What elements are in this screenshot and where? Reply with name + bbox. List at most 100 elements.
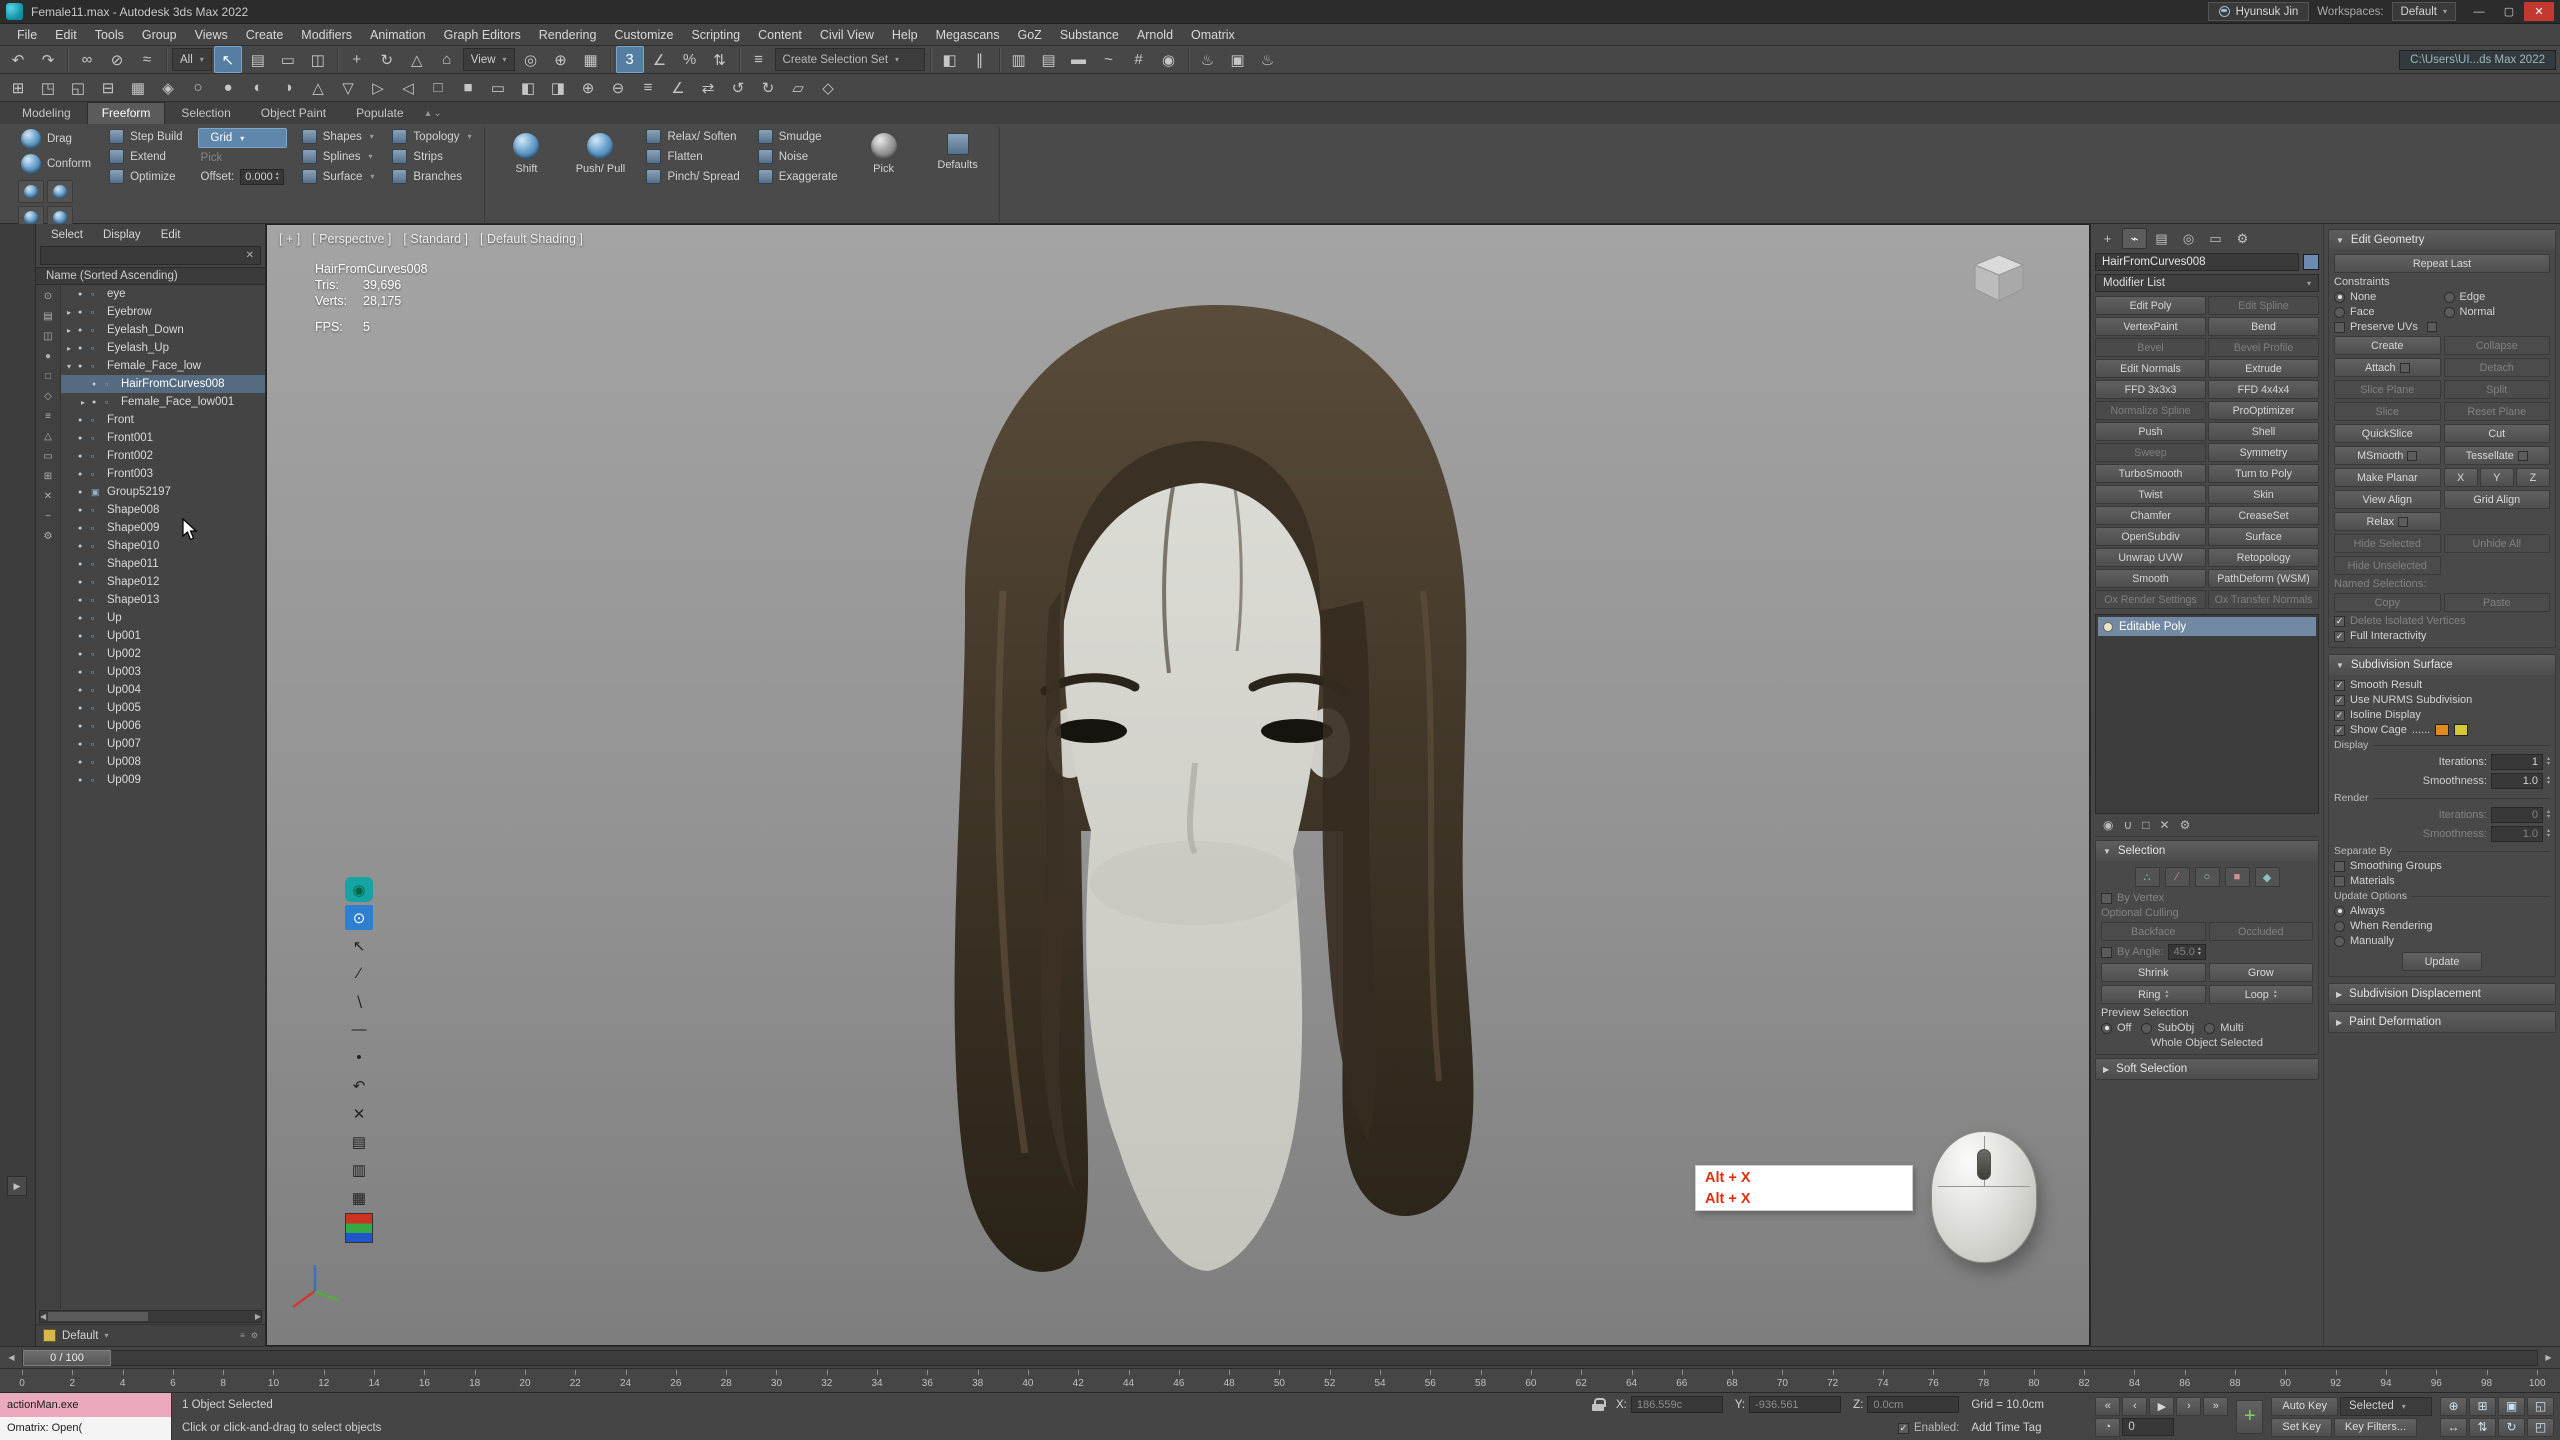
strips-button[interactable]: Strips xyxy=(389,148,474,165)
minimize-icon[interactable]: — xyxy=(2464,2,2494,21)
custom-toolbar-icon[interactable]: ↻ xyxy=(754,74,782,101)
preview-subobj-radio[interactable]: SubObj xyxy=(2141,1022,2194,1034)
previous-frame-icon[interactable]: ‹ xyxy=(2122,1397,2147,1416)
modifier-button-edit-spline[interactable]: Edit Spline xyxy=(2208,296,2319,315)
object-name-field[interactable]: HairFromCurves008 xyxy=(2095,253,2299,271)
custom-toolbar-icon[interactable]: ○ xyxy=(184,74,212,101)
modifier-button-shell[interactable]: Shell xyxy=(2208,422,2319,441)
preview-off-radio[interactable]: Off xyxy=(2101,1022,2131,1034)
constraint-face-radio[interactable]: Face xyxy=(2334,306,2441,318)
printer-icon[interactable]: ▤ xyxy=(345,1129,373,1154)
modifier-button-smooth[interactable]: Smooth xyxy=(2095,569,2206,588)
project-path-field[interactable]: C:\Users\UI...ds Max 2022 xyxy=(2399,50,2556,70)
push-pull-tool-button[interactable]: Push/ Pull xyxy=(569,128,631,180)
constraint-edge-radio[interactable]: Edge xyxy=(2444,291,2551,303)
modifier-button-bevel-profile[interactable]: Bevel Profile xyxy=(2208,338,2319,357)
explorer-item-up006[interactable]: ●▫Up006 xyxy=(61,717,265,735)
point-tool-icon[interactable]: • xyxy=(345,1045,373,1070)
user-account-button[interactable]: Hyunsuk Jin xyxy=(2208,2,2310,21)
update-always-radio[interactable]: Always xyxy=(2334,905,2550,917)
keyboard-shortcut-override-icon[interactable]: ▦ xyxy=(577,46,605,73)
preview-multi-radio[interactable]: Multi xyxy=(2204,1022,2243,1034)
render-setup-icon[interactable]: ♨ xyxy=(1194,46,1222,73)
optimize-button[interactable]: Optimize xyxy=(106,168,185,185)
pencil-icon[interactable]: ∖ xyxy=(345,989,373,1014)
explorer-menu-select[interactable]: Select xyxy=(42,227,92,243)
cage-selected-color-swatch[interactable] xyxy=(2454,724,2468,736)
grow-button[interactable]: Grow xyxy=(2209,963,2314,982)
explorer-item-front[interactable]: ●▫Front xyxy=(61,411,265,429)
play-icon[interactable]: ▶ xyxy=(2149,1397,2174,1416)
stack-item-editable-poly[interactable]: Editable Poly xyxy=(2098,617,2316,636)
occluded-button[interactable]: Occluded xyxy=(2209,922,2314,941)
scene-explorer-search[interactable]: ✕ xyxy=(40,246,261,265)
pan-icon[interactable]: ↔ xyxy=(2440,1418,2467,1437)
menu-modifiers[interactable]: Modifiers xyxy=(292,26,361,44)
msmooth-settings-button[interactable] xyxy=(2407,451,2417,461)
noise-button[interactable]: Noise xyxy=(755,148,841,165)
menu-tools[interactable]: Tools xyxy=(86,26,133,44)
split-button[interactable]: Split xyxy=(2444,380,2551,399)
schematic-view-icon[interactable]: # xyxy=(1125,46,1153,73)
custom-toolbar-icon[interactable]: ↺ xyxy=(724,74,752,101)
unlink-selection-icon[interactable]: ⊘ xyxy=(103,46,131,73)
menu-scripting[interactable]: Scripting xyxy=(682,26,749,44)
viewport-menu-perspective[interactable]: [ Perspective ] xyxy=(312,232,391,246)
scrollbar-thumb[interactable] xyxy=(48,1312,147,1321)
menu-customize[interactable]: Customize xyxy=(605,26,682,44)
custom-toolbar-icon[interactable]: ▷ xyxy=(364,74,392,101)
menu-substance[interactable]: Substance xyxy=(1051,26,1128,44)
undo-arrow-icon[interactable]: ↶ xyxy=(345,1073,373,1098)
step-build-button[interactable]: Step Build xyxy=(106,128,185,145)
modifier-button-ffd-3x3x3[interactable]: FFD 3x3x3 xyxy=(2095,380,2206,399)
add-time-tag[interactable]: Add Time Tag xyxy=(1971,1422,2079,1434)
flatten-button[interactable]: Flatten xyxy=(643,148,742,165)
modifier-button-surface[interactable]: Surface xyxy=(2208,527,2319,546)
toggle-scene-explorer-icon[interactable]: ▥ xyxy=(1005,46,1033,73)
edit-geometry-header[interactable]: ▼Edit Geometry xyxy=(2329,230,2555,250)
explorer-menu-display[interactable]: Display xyxy=(94,227,150,243)
tessellate-button[interactable]: Tessellate xyxy=(2444,446,2551,465)
explorer-tool-icon[interactable]: □ xyxy=(39,368,58,384)
custom-toolbar-icon[interactable]: ⊟ xyxy=(94,74,122,101)
slice-button[interactable]: Slice xyxy=(2334,402,2441,421)
orbit-icon[interactable]: ↻ xyxy=(2498,1418,2525,1437)
y-coordinate-field[interactable]: -936.561 xyxy=(1749,1396,1841,1413)
scroll-right-icon[interactable]: ▶ xyxy=(255,1312,261,1321)
modifier-button-creaseset[interactable]: CreaseSet xyxy=(2208,506,2319,525)
custom-toolbar-icon[interactable]: ◱ xyxy=(64,74,92,101)
explorer-item-up001[interactable]: ●▫Up001 xyxy=(61,627,265,645)
explorer-tool-icon[interactable]: ⚙ xyxy=(39,528,58,544)
custom-toolbar-icon[interactable]: ● xyxy=(214,74,242,101)
topology-button[interactable]: Topology▾ xyxy=(389,128,474,145)
extend-button[interactable]: Extend xyxy=(106,148,185,165)
explorer-tool-icon[interactable]: ▤ xyxy=(39,308,58,324)
maximize-icon[interactable]: ▢ xyxy=(2494,2,2524,21)
modifier-button-pathdeform-wsm[interactable]: PathDeform (WSM) xyxy=(2208,569,2319,588)
menu-goz[interactable]: GoZ xyxy=(1009,26,1051,44)
custom-toolbar-icon[interactable]: ◇ xyxy=(814,74,842,101)
menu-group[interactable]: Group xyxy=(133,26,186,44)
surface-button[interactable]: Surface▾ xyxy=(299,168,378,185)
custom-toolbar-icon[interactable]: ◨ xyxy=(544,74,572,101)
menu-file[interactable]: File xyxy=(8,26,46,44)
select-by-name-icon[interactable]: ▤ xyxy=(244,46,272,73)
color-swatch[interactable] xyxy=(345,1213,373,1243)
time-slider-handle[interactable]: 0 / 100 xyxy=(23,1350,111,1366)
snaps-toggle-icon[interactable]: 3 xyxy=(616,46,644,73)
scroll-left-icon[interactable]: ◀ xyxy=(40,1312,46,1321)
select-and-link-icon[interactable]: ∞ xyxy=(73,46,101,73)
modifier-button-opensubdiv[interactable]: OpenSubdiv xyxy=(2095,527,2206,546)
set-key-button[interactable]: Set Key xyxy=(2271,1418,2332,1437)
full-interactivity-checkbox[interactable]: ✓Full Interactivity xyxy=(2334,630,2550,642)
ribbon-tab-selection[interactable]: Selection xyxy=(167,103,244,124)
modifier-button-turn-to-poly[interactable]: Turn to Poly xyxy=(2208,464,2319,483)
menu-graph-editors[interactable]: Graph Editors xyxy=(435,26,530,44)
menu-views[interactable]: Views xyxy=(186,26,237,44)
conform-brush-button[interactable] xyxy=(18,180,44,203)
explorer-item-shape013[interactable]: ●▫Shape013 xyxy=(61,591,265,609)
zoom-extents-icon[interactable]: ▣ xyxy=(2498,1397,2525,1416)
walk-through-icon[interactable]: ⇅ xyxy=(2469,1418,2496,1437)
explorer-item-up005[interactable]: ●▫Up005 xyxy=(61,699,265,717)
align-icon[interactable]: ∥ xyxy=(966,46,994,73)
